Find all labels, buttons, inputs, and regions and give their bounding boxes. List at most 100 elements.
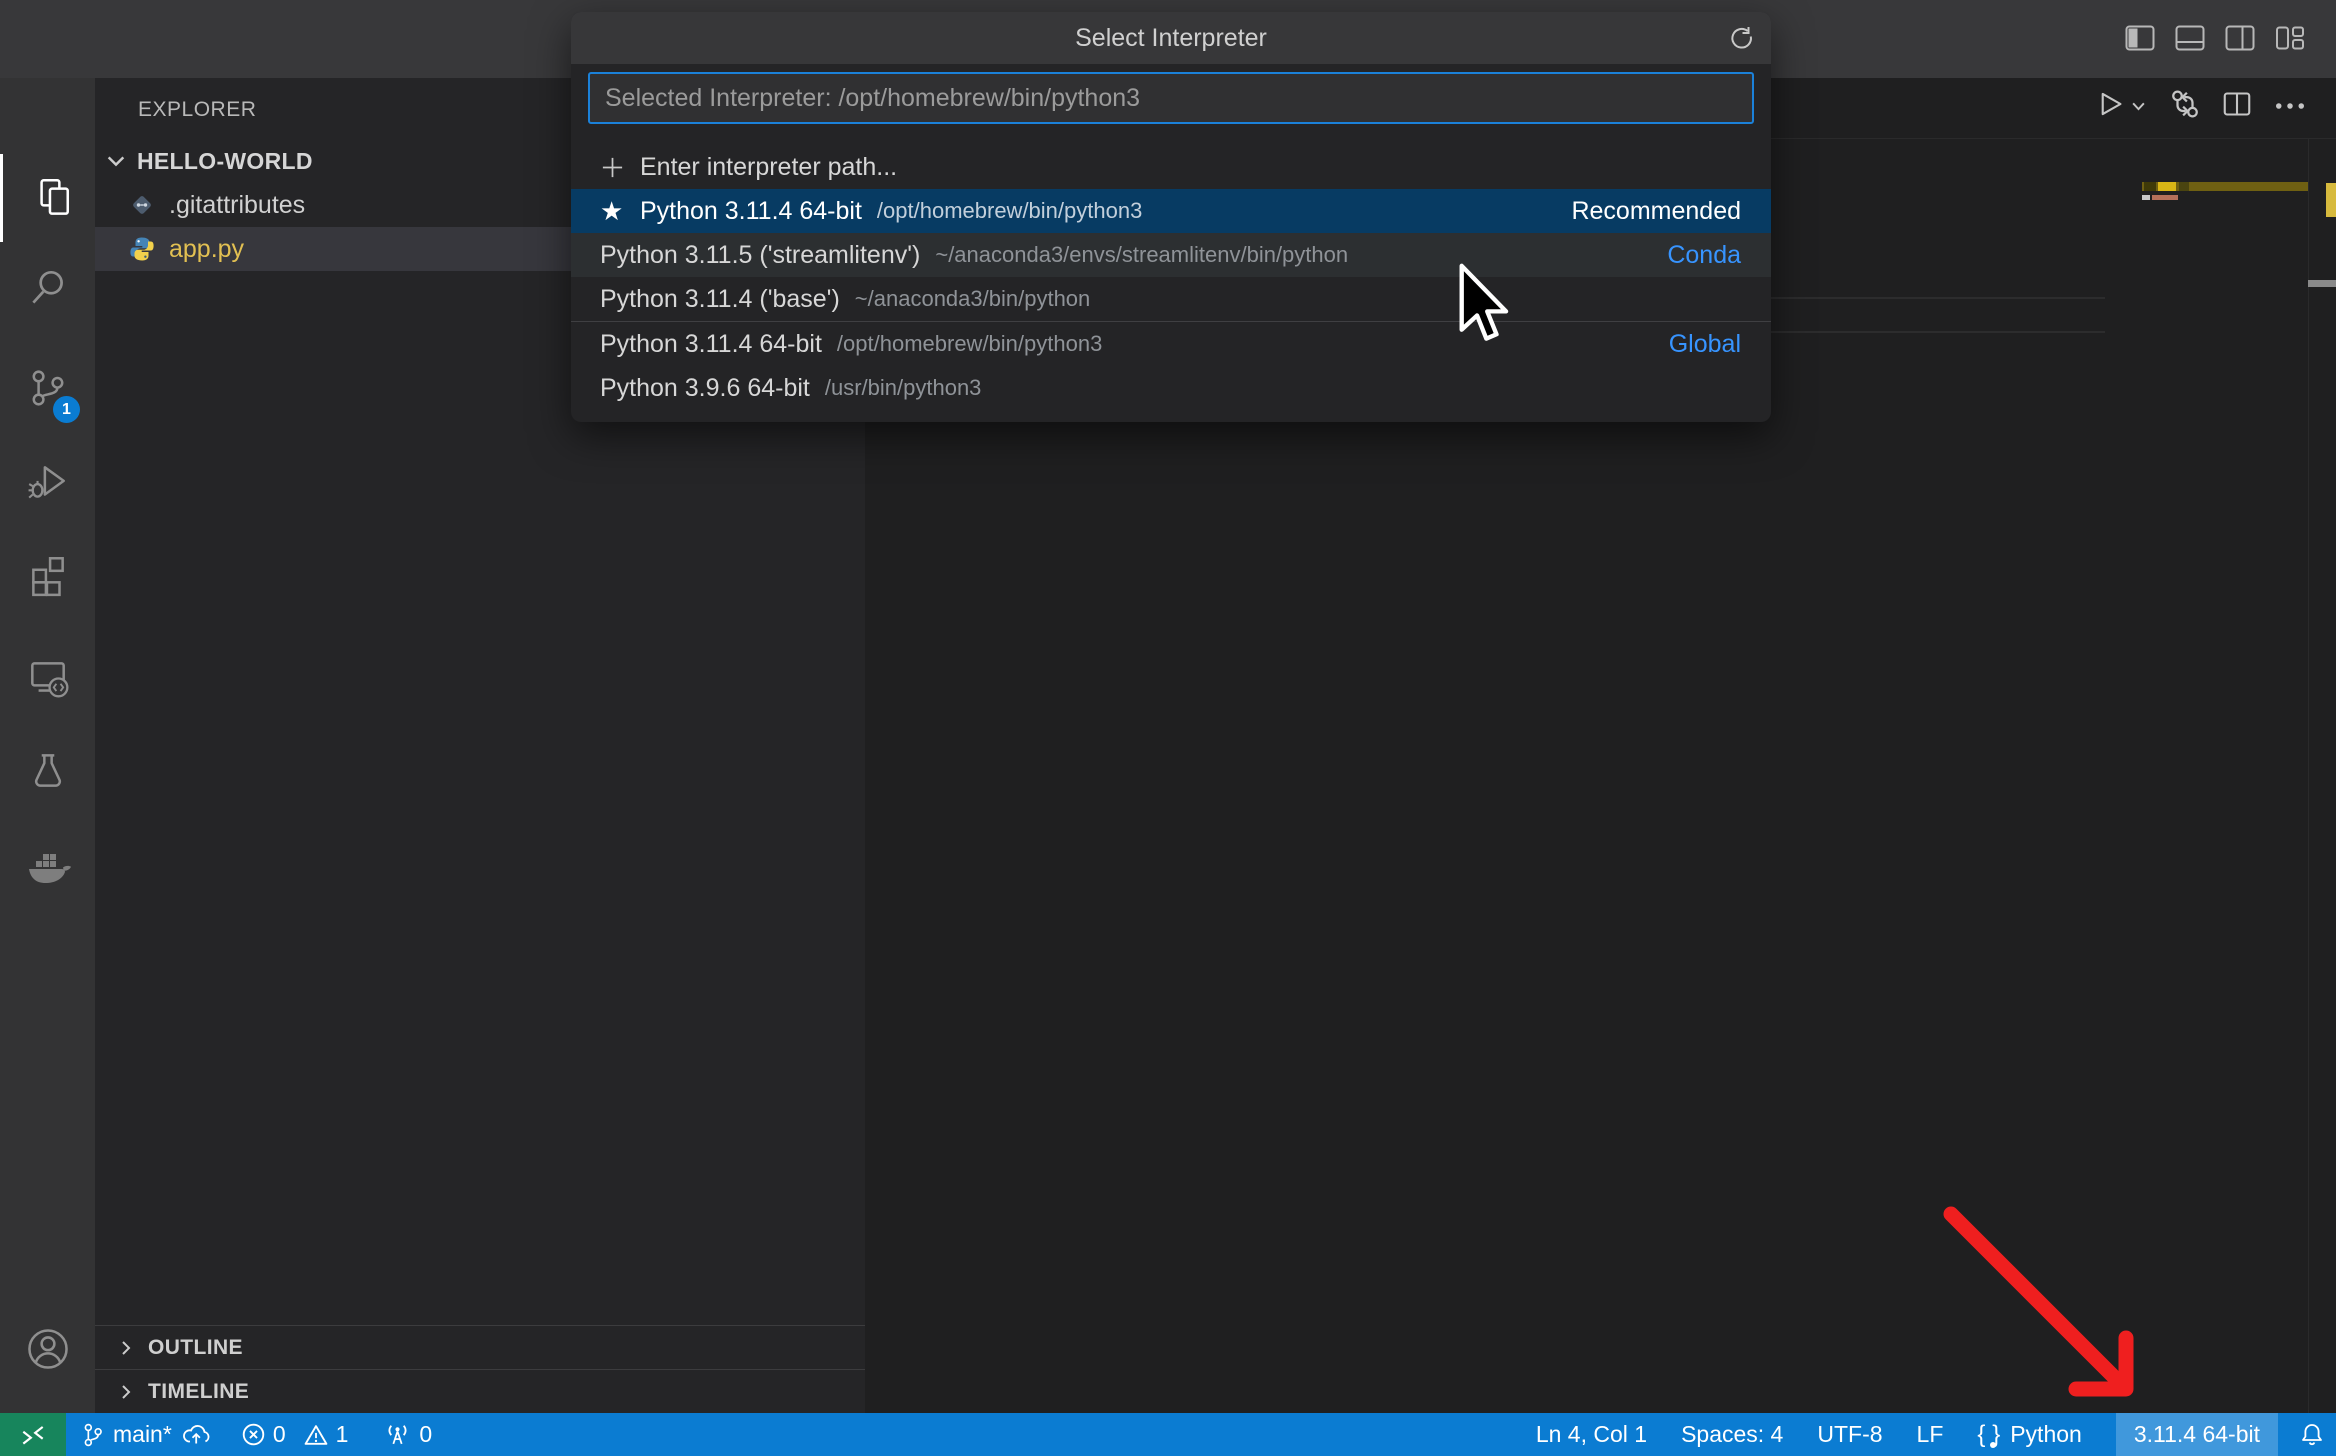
sidebar-item-run-debug[interactable] bbox=[0, 439, 95, 527]
account-icon bbox=[26, 1327, 70, 1371]
run-dropdown-chevron-icon[interactable] bbox=[2131, 100, 2146, 112]
interpreter-path: ~/anaconda3/envs/streamlitenv/bin/python bbox=[935, 242, 1348, 268]
git-branch-icon bbox=[82, 1421, 104, 1449]
search-icon bbox=[25, 265, 71, 311]
interpreter-path: /usr/bin/python3 bbox=[825, 375, 982, 401]
sidebar-item-source-control[interactable] bbox=[0, 344, 95, 432]
enter-path-label: Enter interpreter path... bbox=[640, 153, 897, 182]
indentation-status-item[interactable]: Spaces: 4 bbox=[1681, 1421, 1783, 1448]
branch-name: main* bbox=[113, 1421, 172, 1448]
language-mode-status-item[interactable]: { } Python bbox=[1977, 1421, 2081, 1449]
chevron-down-icon bbox=[105, 150, 127, 172]
interpreter-version: 3.11.4 64-bit bbox=[2134, 1421, 2260, 1448]
run-python-file-icon[interactable] bbox=[2098, 91, 2124, 117]
source-control-badge: 1 bbox=[53, 396, 80, 423]
vscode-window: 1 bbox=[0, 0, 2336, 1456]
minimap-text-mark bbox=[2179, 182, 2189, 191]
interpreter-label: Python 3.9.6 64-bit bbox=[600, 374, 810, 403]
recommended-badge: Recommended bbox=[1571, 197, 1741, 226]
quickpick-item-global[interactable]: Python 3.11.4 64-bit /opt/homebrew/bin/p… bbox=[571, 322, 1771, 366]
conda-badge: Conda bbox=[1667, 241, 1741, 270]
quickpick-item-streamlitenv[interactable]: Python 3.11.5 ('streamlitenv') ~/anacond… bbox=[571, 233, 1771, 277]
section-timeline[interactable]: TIMELINE bbox=[95, 1369, 865, 1414]
toggle-primary-sidebar-icon[interactable] bbox=[2125, 24, 2155, 52]
warning-count: 1 bbox=[336, 1421, 349, 1448]
quickpick-item-recommended[interactable]: ★ Python 3.11.4 64-bit /opt/homebrew/bin… bbox=[571, 189, 1771, 233]
quickpick-item-enter-path[interactable]: Enter interpreter path... bbox=[571, 145, 1771, 189]
plus-icon bbox=[600, 155, 625, 180]
toggle-secondary-sidebar-icon[interactable] bbox=[2225, 24, 2255, 52]
quickpick-item-base[interactable]: Python 3.11.4 ('base') ~/anaconda3/bin/p… bbox=[571, 277, 1771, 321]
warning-icon bbox=[303, 1423, 329, 1447]
minimap-keyword-mark bbox=[2144, 182, 2156, 191]
error-count: 0 bbox=[273, 1421, 286, 1448]
account-button[interactable] bbox=[0, 1305, 95, 1393]
line-col-status-item[interactable]: Ln 4, Col 1 bbox=[1536, 1421, 1647, 1448]
overview-ruler-cursor-mark[interactable] bbox=[2308, 280, 2336, 287]
explorer-header: EXPLORER bbox=[138, 98, 256, 122]
problems-status-item[interactable]: 0 1 bbox=[241, 1421, 349, 1448]
ports-status-item[interactable]: 0 bbox=[384, 1421, 432, 1448]
extensions-icon bbox=[25, 552, 71, 598]
customize-layout-icon[interactable] bbox=[2275, 24, 2305, 52]
interpreter-label: Python 3.11.4 64-bit bbox=[640, 197, 862, 226]
sidebar-item-docker[interactable] bbox=[0, 824, 95, 912]
select-interpreter-dialog: Select Interpreter Enter interpreter pat… bbox=[571, 12, 1771, 422]
chevron-right-icon bbox=[117, 1383, 135, 1401]
python-interpreter-status-item[interactable]: 3.11.4 64-bit bbox=[2116, 1413, 2278, 1456]
minimap-line-2-string bbox=[2152, 195, 2178, 200]
activity-bar: 1 bbox=[0, 78, 95, 1413]
refresh-icon[interactable] bbox=[1728, 25, 1755, 52]
interpreter-path: ~/anaconda3/bin/python bbox=[855, 286, 1090, 312]
notifications-bell-icon[interactable] bbox=[2300, 1422, 2324, 1448]
eol-status-item[interactable]: LF bbox=[1917, 1421, 1944, 1448]
file-name: .gitattributes bbox=[169, 191, 305, 220]
run-debug-icon bbox=[25, 460, 71, 506]
language-name: Python bbox=[2010, 1421, 2082, 1448]
interpreter-path: /opt/homebrew/bin/python3 bbox=[877, 198, 1142, 224]
error-icon bbox=[241, 1422, 266, 1447]
sidebar-item-search[interactable] bbox=[0, 244, 95, 332]
minimap-divider bbox=[2308, 138, 2309, 1413]
remote-explorer-icon bbox=[25, 655, 71, 701]
sidebar-item-extensions[interactable] bbox=[0, 531, 95, 619]
star-icon: ★ bbox=[600, 198, 623, 224]
dialog-title-bar: Select Interpreter bbox=[571, 12, 1771, 64]
interpreter-path: /opt/homebrew/bin/python3 bbox=[837, 331, 1102, 357]
minimap-line-2-code bbox=[2142, 195, 2150, 200]
interpreter-label: Python 3.11.5 ('streamlitenv') bbox=[600, 241, 920, 270]
more-actions-icon[interactable] bbox=[2275, 102, 2305, 110]
sidebar-item-remote-explorer[interactable] bbox=[0, 634, 95, 722]
minimap-word-highlight bbox=[2158, 182, 2176, 191]
dialog-title: Select Interpreter bbox=[1075, 24, 1267, 53]
split-editor-icon[interactable] bbox=[2223, 91, 2251, 117]
python-file-icon bbox=[128, 235, 156, 263]
section-outline[interactable]: OUTLINE bbox=[95, 1325, 865, 1370]
interpreter-label: Python 3.11.4 64-bit bbox=[600, 330, 822, 359]
remote-icon bbox=[19, 1424, 47, 1446]
status-bar: main* 0 1 bbox=[0, 1413, 2336, 1456]
publish-cloud-icon bbox=[181, 1422, 211, 1447]
remote-indicator-button[interactable] bbox=[0, 1413, 66, 1456]
file-name: app.py bbox=[169, 235, 244, 264]
git-file-icon bbox=[128, 191, 156, 219]
sidebar-item-testing[interactable] bbox=[0, 727, 95, 815]
toggle-panel-icon[interactable] bbox=[2175, 24, 2205, 52]
quickpick-item-python396[interactable]: Python 3.9.6 64-bit /usr/bin/python3 bbox=[571, 366, 1771, 410]
interpreter-label: Python 3.11.4 ('base') bbox=[600, 285, 840, 314]
files-icon bbox=[28, 175, 74, 221]
branch-status-item[interactable]: main* bbox=[82, 1421, 211, 1449]
beaker-icon bbox=[25, 748, 71, 794]
sidebar-item-explorer[interactable] bbox=[0, 154, 98, 242]
global-badge: Global bbox=[1669, 330, 1741, 359]
open-changes-icon[interactable] bbox=[2170, 88, 2200, 120]
section-label: OUTLINE bbox=[148, 1336, 243, 1360]
encoding-status-item[interactable]: UTF-8 bbox=[1817, 1421, 1882, 1448]
ports-count: 0 bbox=[419, 1421, 432, 1448]
interpreter-input[interactable] bbox=[588, 72, 1754, 124]
chevron-right-icon bbox=[117, 1339, 135, 1357]
braces-icon: { } bbox=[1977, 1421, 2001, 1449]
overview-ruler-highlight-mark bbox=[2326, 183, 2336, 217]
folder-name: HELLO-WORLD bbox=[137, 148, 313, 175]
docker-icon bbox=[24, 846, 72, 890]
